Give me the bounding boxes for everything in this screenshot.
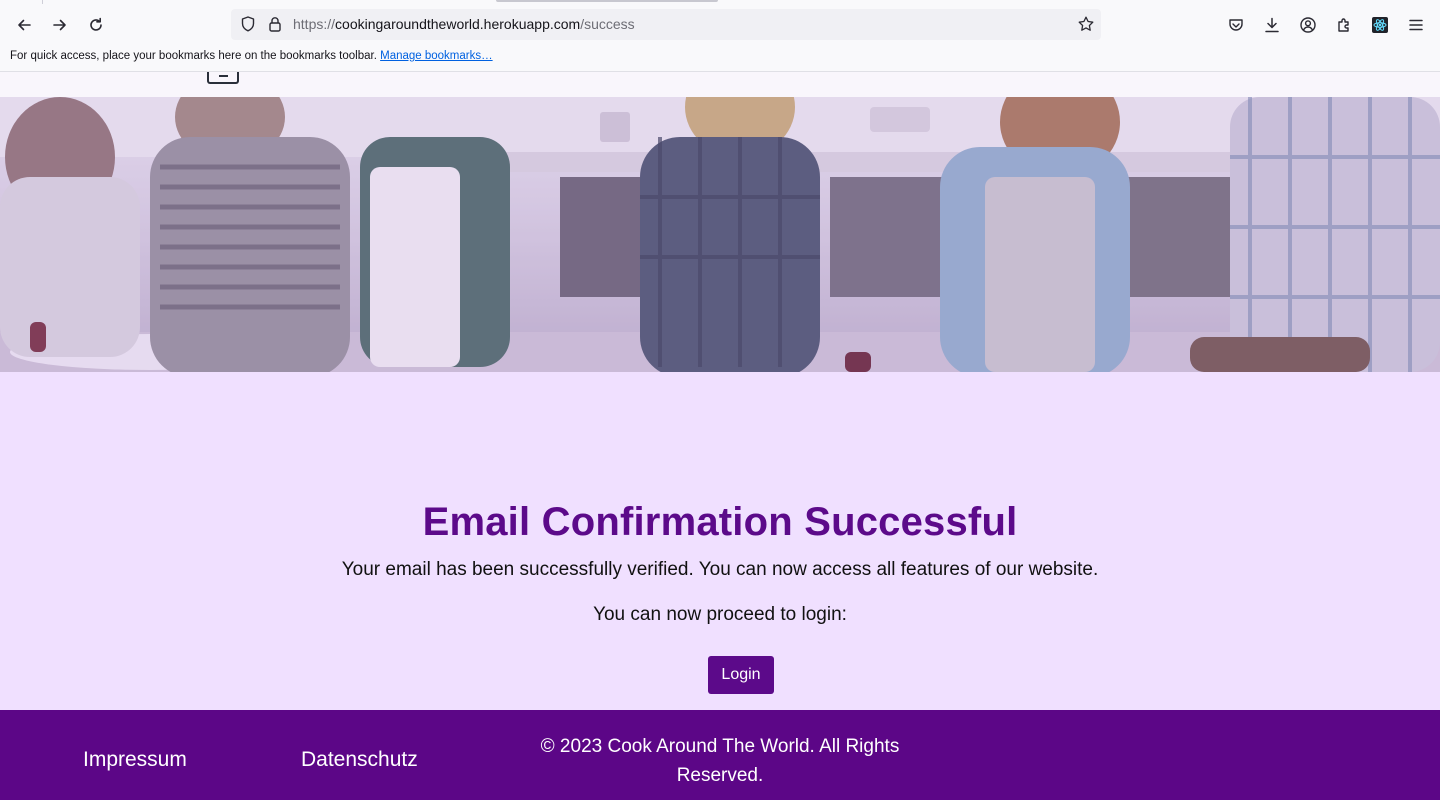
confirmation-message: Your email has been successfully verifie… [341,559,1099,580]
react-devtools-button[interactable] [1366,11,1394,39]
url-path: /success [580,16,635,32]
tab-strip [0,0,1440,8]
tab-separator [42,0,43,4]
url-scheme: https:// [293,16,336,32]
url-text[interactable]: https://cookingaroundtheworld.herokuapp.… [293,9,635,40]
back-button[interactable] [10,11,38,39]
impressum-link[interactable]: Impressum [83,748,187,772]
pocket-button[interactable] [1222,11,1250,39]
app-menu-button[interactable] [1402,11,1430,39]
copyright-text: © 2023 Cook Around The World. All Rights… [540,736,900,786]
manage-bookmarks-link[interactable]: Manage bookmarks… [380,50,493,62]
hero-tint-overlay [0,97,1440,372]
confirmation-section: Email Confirmation Successful Your email… [0,372,1440,710]
back-icon [18,19,31,31]
login-button[interactable]: Login [708,656,774,694]
datenschutz-link[interactable]: Datenschutz [301,748,418,772]
lock-icon[interactable] [266,15,284,33]
hero-banner-image [0,97,1440,372]
site-footer: Impressum Datenschutz © 2023 Cook Around… [0,710,1440,800]
url-host: cookingaroundtheworld.herokuapp.com [335,16,581,32]
bookmarks-toolbar: For quick access, place your bookmarks h… [0,42,1440,72]
bookmarks-message: For quick access, place your bookmarks h… [10,50,493,62]
pocket-icon [1229,19,1243,31]
react-devtools-icon [1372,17,1388,33]
extensions-button[interactable] [1330,11,1358,39]
shield-icon[interactable] [239,15,257,33]
confirmation-title: Email Confirmation Successful [422,500,1018,544]
star-icon[interactable] [1077,15,1095,33]
reload-button[interactable] [82,11,110,39]
download-icon [1265,17,1279,33]
account-icon [1300,17,1316,33]
bookmarks-hint-text: For quick access, place your bookmarks h… [10,50,377,62]
forward-button[interactable] [46,11,74,39]
hamburger-menu-icon[interactable] [207,72,239,84]
forward-icon [53,19,66,31]
active-tab-indicator[interactable] [496,0,718,2]
address-bar[interactable]: https://cookingaroundtheworld.herokuapp.… [231,9,1101,40]
downloads-button[interactable] [1258,11,1286,39]
menu-icon [1409,19,1423,31]
extensions-icon [1338,18,1349,32]
site-header [0,72,1440,97]
navigation-toolbar: https://cookingaroundtheworld.herokuapp.… [0,8,1440,42]
account-button[interactable] [1294,11,1322,39]
reload-icon [90,17,102,31]
proceed-to-login-text: You can now proceed to login: [593,604,847,625]
